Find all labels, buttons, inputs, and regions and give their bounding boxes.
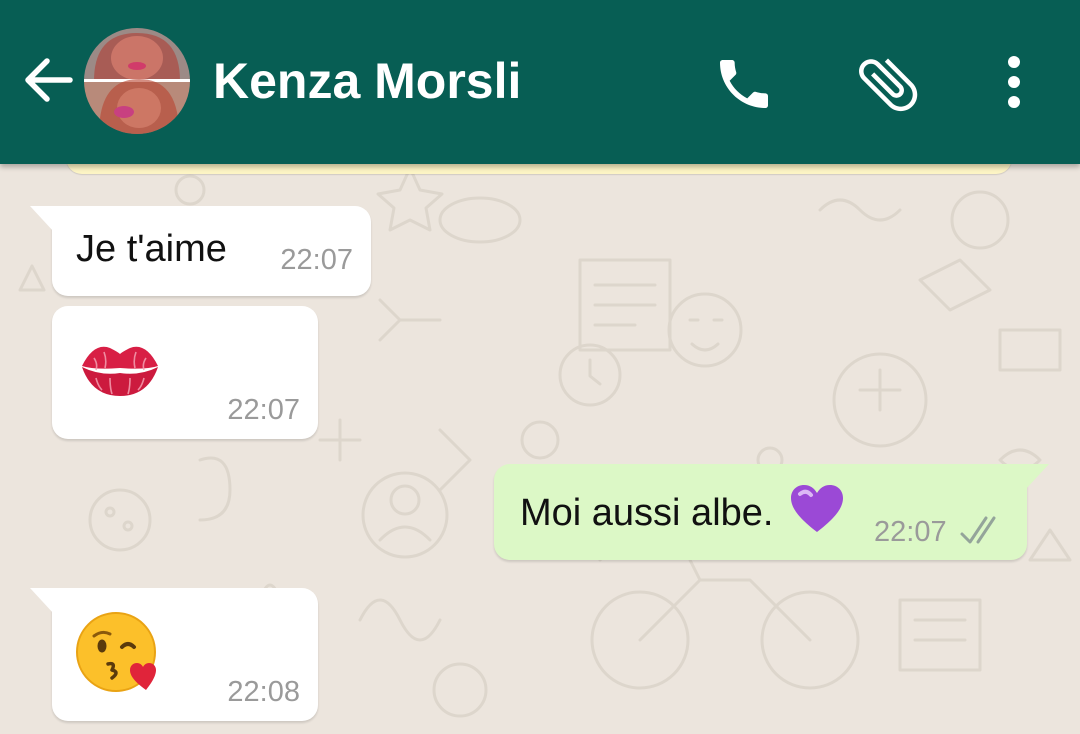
back-button[interactable] <box>20 52 76 108</box>
message-bubble[interactable]: Je t'aime 22:07 <box>30 206 371 296</box>
message-bubble[interactable]: 22:08 <box>30 588 318 721</box>
double-check-icon <box>960 516 996 544</box>
paperclip-icon <box>859 58 918 112</box>
message-bubble[interactable]: Moi aussi albe. 22:07 <box>494 464 1049 560</box>
message-bubble[interactable]: 22:07 <box>52 306 318 439</box>
message-time: 22:07 <box>874 516 947 548</box>
kiss-mark-icon <box>82 346 158 396</box>
message-time: 22:08 <box>227 676 300 708</box>
phone-icon <box>720 60 768 108</box>
purple-heart-icon <box>791 485 843 532</box>
voice-call-button[interactable] <box>712 52 776 116</box>
overflow-menu-button[interactable] <box>990 50 1038 114</box>
message-text: Moi aussi albe. <box>520 492 774 534</box>
face-blowing-kiss-icon <box>76 612 156 692</box>
contact-name[interactable]: Kenza Morsli <box>213 48 521 114</box>
message-text: Je t'aime <box>76 228 227 270</box>
message-time: 22:07 <box>280 244 353 276</box>
bubble-tail <box>30 588 54 614</box>
bubble-tail <box>30 206 54 232</box>
message-time: 22:07 <box>227 394 300 426</box>
back-arrow-icon <box>25 58 73 102</box>
attach-button[interactable] <box>852 48 924 120</box>
more-vertical-icon <box>1008 56 1020 108</box>
chat-header: Kenza Morsli <box>0 0 1080 164</box>
avatar[interactable] <box>84 28 190 134</box>
bubble-tail <box>1025 464 1049 490</box>
